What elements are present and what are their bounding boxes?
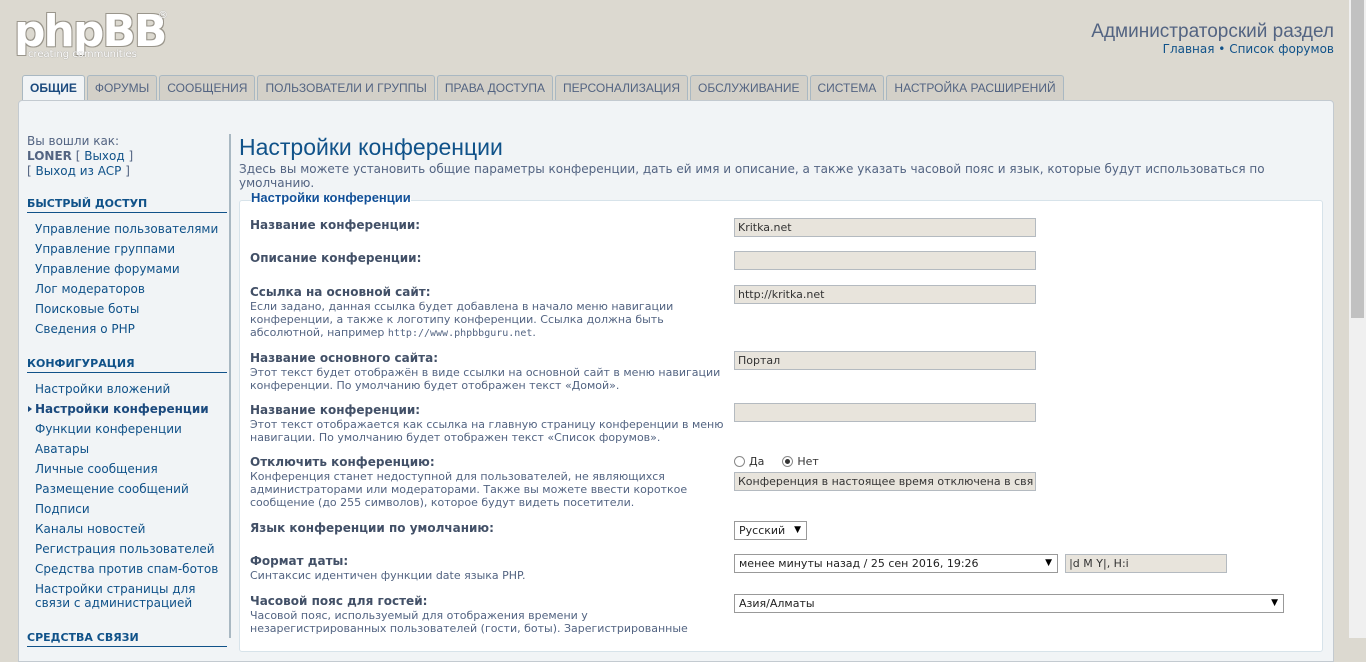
main-tabs: Общие Форумы Сообщения Пользователи и гр… — [22, 75, 1066, 103]
site-home-url-input[interactable]: http://kritka.net — [734, 285, 1036, 304]
sidebar-item-board-settings[interactable]: Настройки конференции — [27, 399, 227, 419]
date-format-select[interactable]: менее минуты назад / 25 сен 2016, 19:26 … — [734, 554, 1058, 573]
chevron-down-icon: ▼ — [794, 525, 801, 535]
login-info: Вы вошли как: LONER [ Выход ] [ Выход из… — [27, 134, 227, 179]
tab-users-groups[interactable]: Пользователи и группы — [257, 75, 435, 100]
timezone-label: Часовой пояс для гостей: — [250, 594, 428, 608]
username: LONER — [27, 149, 72, 163]
sidebar-item-feeds[interactable]: Каналы новостей — [27, 519, 227, 539]
sidebar-item-spambots[interactable]: Средства против спам-ботов — [27, 559, 227, 579]
sidebar-item-board-features[interactable]: Функции конференции — [27, 419, 227, 439]
site-desc-input[interactable] — [734, 251, 1036, 270]
board-disable-help: Конференция станет недоступной для польз… — [250, 470, 688, 509]
configuration-heading: КОНФИГУРАЦИЯ — [27, 357, 227, 373]
tab-forums[interactable]: Форумы — [86, 75, 158, 100]
date-format-label: Формат даты: — [250, 554, 349, 568]
quick-access-heading: БЫСТРЫЙ ДОСТУП — [27, 197, 227, 213]
site-home-text-label: Название основного сайта: — [250, 351, 439, 365]
tab-posting[interactable]: Сообщения — [159, 75, 256, 100]
admin-panel-title: Администраторский раздел — [1091, 21, 1334, 42]
default-lang-label: Язык конференции по умолчанию: — [250, 521, 494, 535]
date-format-help: Синтаксис идентичен функции date языка P… — [250, 569, 526, 582]
site-home-text-input[interactable]: Портал — [734, 351, 1036, 370]
tab-general[interactable]: Общие — [22, 75, 85, 103]
board-disable-radios: Да Нет — [734, 453, 1036, 469]
communication-heading: СРЕДСТВА СВЯЗИ — [27, 631, 227, 647]
logout-link[interactable]: Выход — [84, 149, 124, 163]
tab-maintenance[interactable]: Обслуживание — [690, 75, 808, 100]
sidebar-item-private-messages[interactable]: Личные сообщения — [27, 459, 227, 479]
sidebar-item-attachment-settings[interactable]: Настройки вложений — [27, 379, 227, 399]
site-home-text-help: Этот текст будет отображён в виде ссылки… — [250, 366, 721, 392]
link-separator: • — [1214, 42, 1230, 56]
fieldset-legend: Настройки конференции — [251, 190, 411, 205]
sidebar-item-manage-forums[interactable]: Управление форумами — [27, 259, 227, 279]
board-disable-label: Отключить конференцию: — [250, 455, 435, 469]
tab-permissions[interactable]: Права доступа — [436, 75, 553, 100]
site-home-url-label: Ссылка на основной сайт: — [250, 285, 431, 299]
board-disable-no-label: Нет — [797, 454, 819, 468]
date-format-value: менее минуты назад / 25 сен 2016, 19:26 — [739, 557, 979, 570]
quick-access-menu: Управление пользователями Управление гру… — [27, 219, 227, 339]
tab-extensions[interactable]: Настройка расширений — [886, 75, 1064, 100]
page-description: Здесь вы можете установить общие парамет… — [239, 162, 1265, 190]
board-index-text-label: Название конференции: — [250, 403, 421, 417]
page-title: Настройки конференции — [239, 134, 503, 160]
home-link[interactable]: Главная — [1163, 42, 1215, 56]
timezone-value: Азия/Алматы — [739, 597, 815, 610]
chevron-down-icon: ▼ — [1045, 558, 1052, 568]
board-disable-yes-radio[interactable] — [734, 455, 745, 467]
tab-system[interactable]: Система — [809, 75, 885, 100]
sidebar-item-posting[interactable]: Размещение сообщений — [27, 479, 227, 499]
top-links: Главная • Список форумов — [1163, 42, 1334, 56]
sidebar-item-php-info[interactable]: Сведения о PHP — [27, 319, 227, 339]
logout-acp-link[interactable]: Выход из ACP — [36, 164, 122, 178]
sidebar-item-manage-groups[interactable]: Управление группами — [27, 239, 227, 259]
sidebar-item-signatures[interactable]: Подписи — [27, 499, 227, 519]
board-disable-no-radio[interactable] — [782, 455, 794, 467]
timezone-select[interactable]: Азия/Алматы ▼ — [734, 594, 1284, 613]
sidebar-item-search-bots[interactable]: Поисковые боты — [27, 299, 227, 319]
phpbb-logo[interactable]: phpBB ® creating communities — [14, 6, 174, 62]
page-scrollbar[interactable] — [1349, 0, 1366, 638]
chevron-down-icon: ▼ — [1271, 598, 1278, 608]
main-content: Настройки конференции Здесь вы можете ус… — [229, 134, 1331, 652]
default-lang-value: Русский — [739, 524, 786, 537]
configuration-menu: Настройки вложений Настройки конференции… — [27, 379, 227, 613]
board-disable-message-input[interactable]: Конференция в настоящее время отключена … — [734, 472, 1036, 491]
timezone-help: Часовой пояс, используемый для отображен… — [250, 609, 688, 635]
board-index-text-input[interactable] — [734, 403, 1036, 422]
logo-tagline: creating communities — [28, 49, 137, 60]
sidebar: Вы вошли как: LONER [ Выход ] [ Выход из… — [27, 134, 227, 647]
site-desc-label: Описание конференции: — [250, 251, 422, 265]
forum-list-link[interactable]: Список форумов — [1229, 42, 1334, 56]
sidebar-item-mod-log[interactable]: Лог модераторов — [27, 279, 227, 299]
sidebar-item-manage-users[interactable]: Управление пользователями — [27, 219, 227, 239]
sidebar-item-contact-page[interactable]: Настройки страницы для связи с администр… — [27, 579, 227, 613]
board-disable-yes-label: Да — [749, 454, 765, 468]
default-lang-select[interactable]: Русский ▼ — [734, 521, 807, 540]
scrollbar-thumb[interactable] — [1351, 0, 1364, 318]
board-index-text-help: Этот текст отображается как ссылка на гл… — [250, 418, 724, 444]
date-format-custom-input[interactable]: |d M Y|, H:i — [1065, 554, 1228, 573]
tab-customise[interactable]: Персонализация — [554, 75, 689, 100]
sidebar-item-registration[interactable]: Регистрация пользователей — [27, 539, 227, 559]
sitename-label: Название конференции: — [250, 218, 421, 232]
site-home-url-help-end: . — [532, 326, 536, 339]
site-home-url-example: http://www.phpbbguru.net — [387, 328, 533, 339]
board-settings-fieldset: Настройки конференции Название конференц… — [239, 190, 1323, 652]
logged-in-label: Вы вошли как: — [27, 134, 120, 148]
sidebar-item-avatars[interactable]: Аватары — [27, 439, 227, 459]
sitename-input[interactable]: Kritka.net — [734, 218, 1036, 237]
logo-registered-mark: ® — [158, 10, 168, 21]
